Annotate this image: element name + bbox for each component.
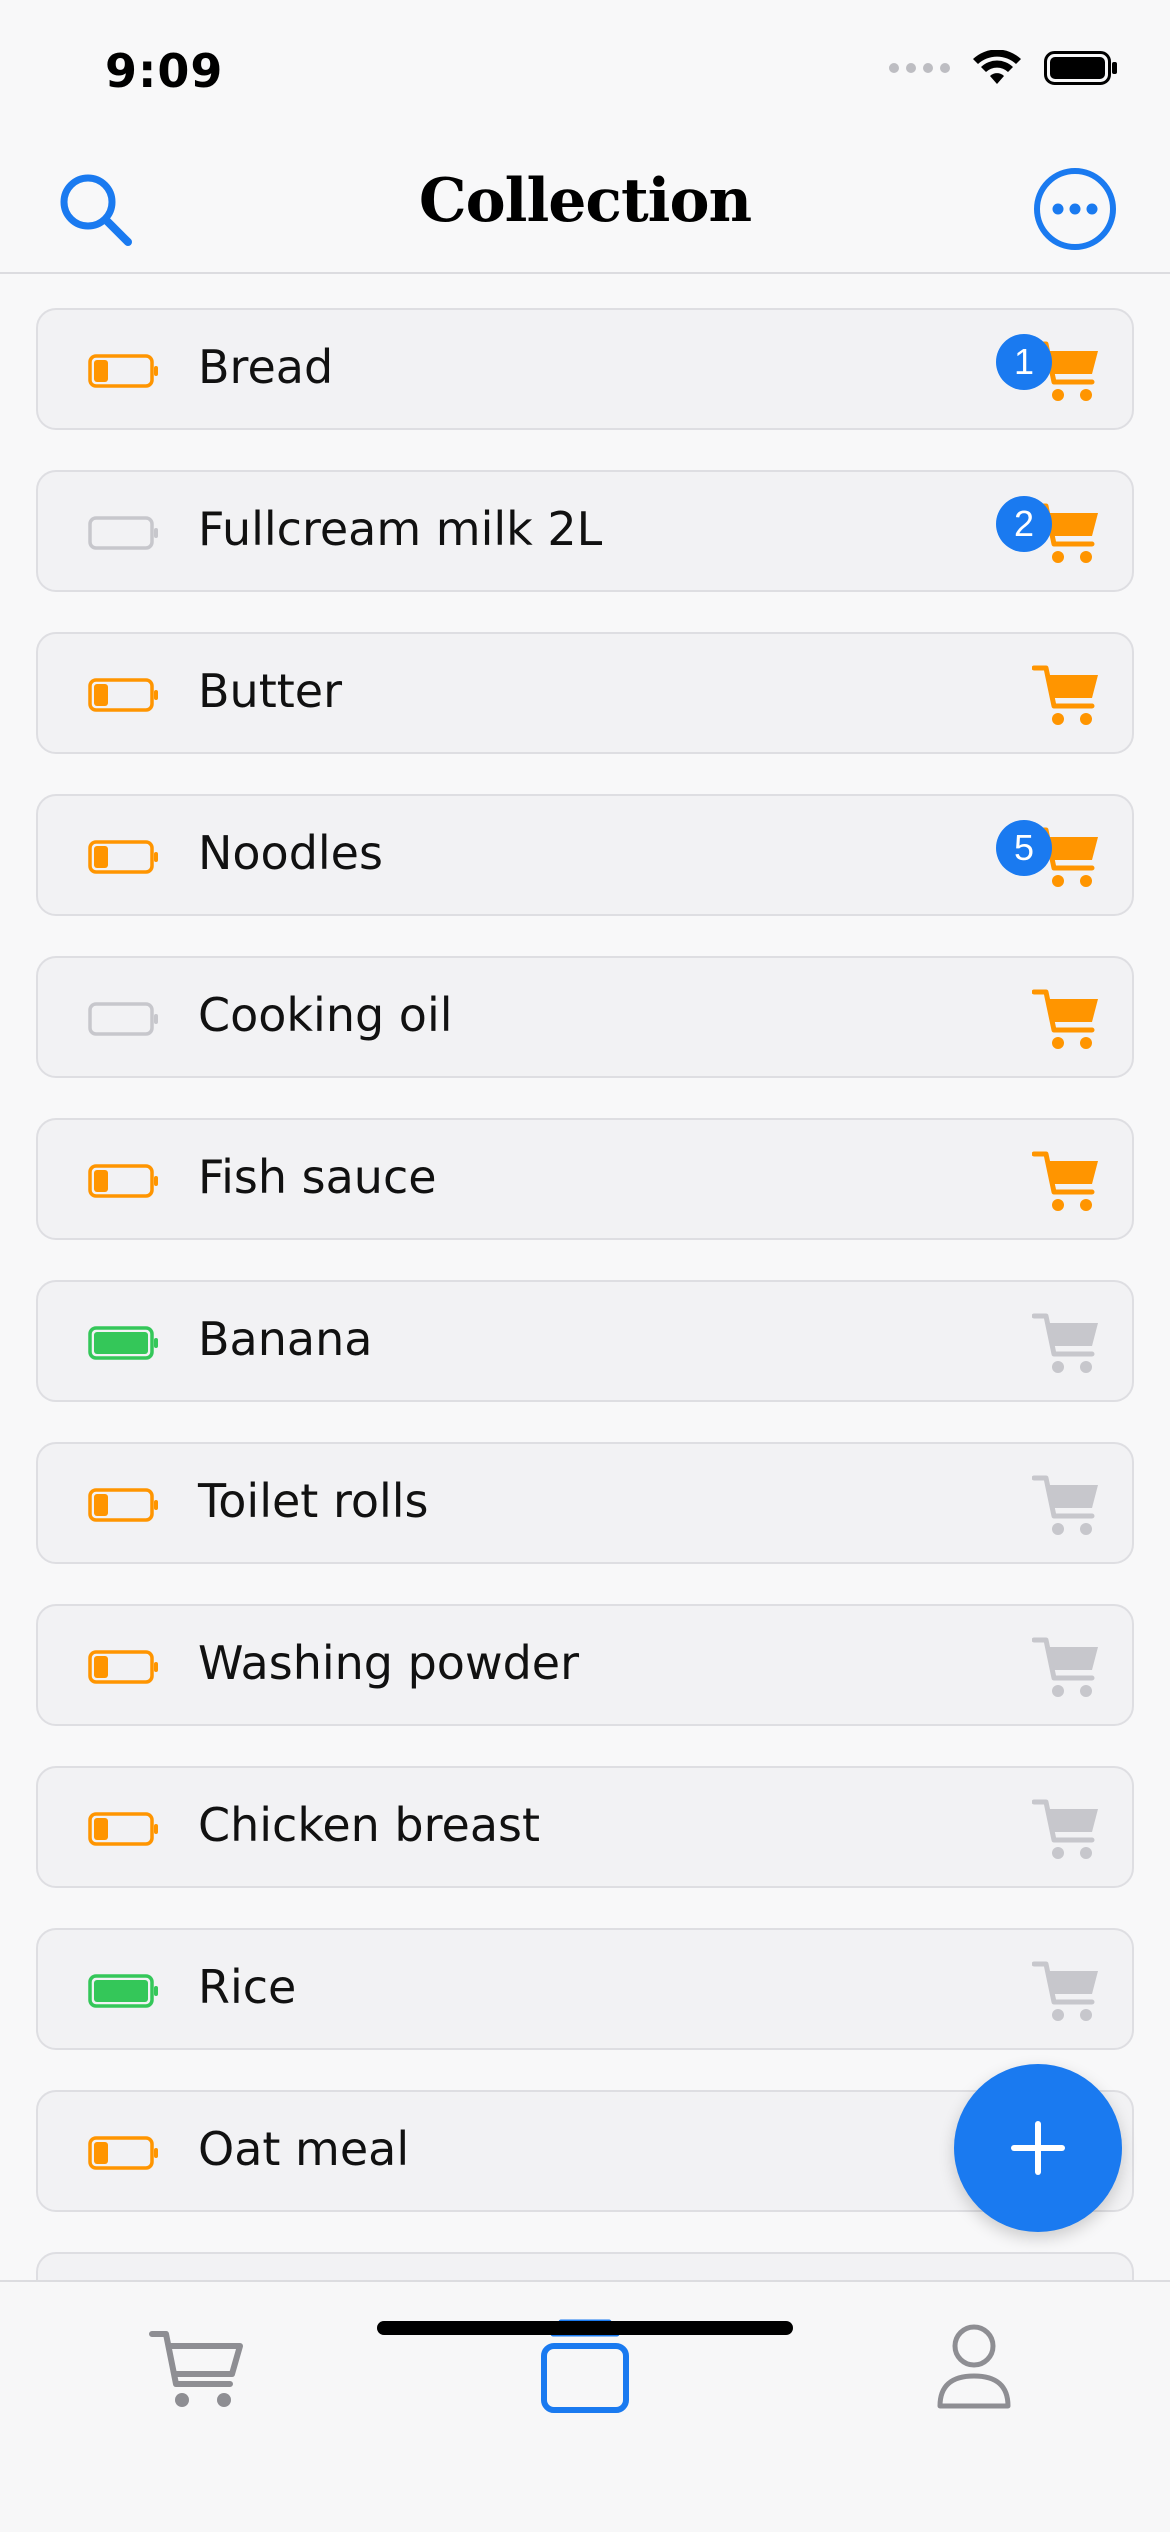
cart-icon [149,2331,243,2407]
item-name: Chicken breast [198,1798,541,1852]
item-name: Banana [198,1312,373,1366]
app-screen: 9:09 Collection Bread 1 Fullcream milk 2… [0,0,1170,2532]
stock-level-icon [88,678,158,712]
list-item[interactable]: Cooking oil [36,956,1134,1078]
navigation-bar: Collection [0,140,1170,274]
tab-profile[interactable] [914,2312,1034,2422]
list-item[interactable]: Fish sauce [36,1118,1134,1240]
status-time: 9:09 [105,44,224,98]
tab-cart[interactable] [136,2312,256,2422]
list-item[interactable]: Banana [36,1280,1134,1402]
status-bar: 9:09 [0,0,1170,140]
list-item[interactable]: Bread 1 [36,308,1134,430]
stock-level-icon [88,1164,158,1198]
stock-level-icon [88,1002,158,1036]
tab-bar [0,2280,1170,2532]
list-item[interactable]: Butter [36,632,1134,754]
item-name: Rice [198,1960,297,2014]
cart-icon[interactable] [1032,1310,1100,1376]
list-item[interactable]: Fullcream milk 2L 2 [36,470,1134,592]
ellipsis-circle-icon[interactable] [1032,166,1118,252]
cart-icon[interactable] [1032,1472,1100,1538]
stock-level-icon [88,840,158,874]
status-icons [889,50,1118,86]
item-name: Cooking oil [198,988,453,1042]
cart-count-badge: 5 [996,820,1052,876]
cellular-signal-icon [889,63,950,73]
cart-icon[interactable] [1032,986,1100,1052]
stock-level-icon [88,354,158,388]
item-name: Noodles [198,826,383,880]
list-item[interactable]: Washing powder [36,1604,1134,1726]
stock-level-icon [88,1812,158,1846]
person-icon [937,2324,1011,2409]
item-name: Toilet rolls [198,1474,429,1528]
stock-level-icon [88,1650,158,1684]
item-name: Fish sauce [198,1150,437,1204]
stock-level-icon [88,1974,158,2008]
cart-icon[interactable] [1032,1148,1100,1214]
stock-level-icon [88,2136,158,2170]
list-item[interactable]: Toilet rolls [36,1442,1134,1564]
home-indicator [377,2321,793,2335]
item-name: Fullcream milk 2L [198,502,603,556]
wifi-icon [973,50,1021,84]
item-name: Oat meal [198,2122,410,2176]
stock-level-icon [88,516,158,550]
cart-icon[interactable] [1032,1634,1100,1700]
cart-count-badge: 2 [996,496,1052,552]
cart-count-badge: 1 [996,334,1052,390]
item-name: Butter [198,664,342,718]
cart-icon[interactable] [1032,1796,1100,1862]
item-name: Bread [198,340,334,394]
list-item[interactable]: Noodles 5 [36,794,1134,916]
page-title: Collection [418,166,752,236]
list-item[interactable]: Rice [36,1928,1134,2050]
stock-level-icon [88,1488,158,1522]
cart-icon[interactable] [1032,662,1100,728]
stock-level-icon [88,1326,158,1360]
item-name: Washing powder [198,1636,579,1690]
collection-stack-icon [541,2319,629,2413]
list-item[interactable]: Chicken breast [36,1766,1134,1888]
cart-icon[interactable] [1032,1958,1100,2024]
add-item-button[interactable] [954,2064,1122,2232]
plus-icon [1011,2121,1065,2175]
battery-icon [1044,51,1117,85]
